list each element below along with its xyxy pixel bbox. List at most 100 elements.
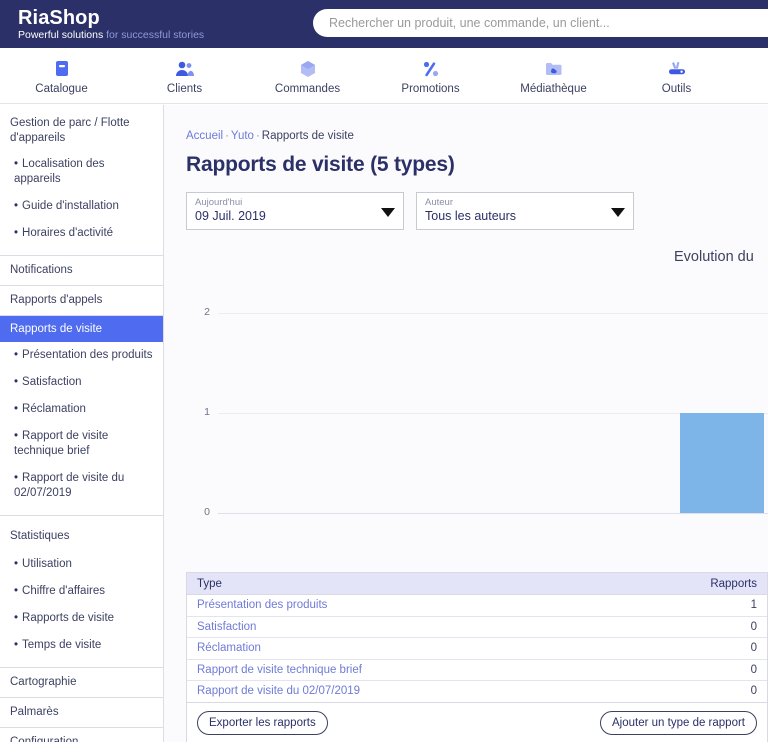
sidebar-item-stats-rapports-visite[interactable]: • Rapports de visite bbox=[0, 605, 163, 632]
nav-item-clipped[interactable]: C bbox=[738, 48, 768, 104]
bullet-icon: • bbox=[14, 403, 19, 416]
sidebar-group-gestion-parc: Gestion de parc / Flotte d'appareils • Lo… bbox=[0, 105, 163, 257]
people-icon bbox=[174, 58, 196, 80]
table-cell-rapports: 1 bbox=[750, 599, 757, 612]
nav-item-commandes[interactable]: Commandes bbox=[246, 48, 369, 104]
table-cell-type[interactable]: Rapport de visite technique brief bbox=[187, 664, 677, 676]
breadcrumb-link-yuto[interactable]: Yuto bbox=[231, 130, 254, 142]
chart-y-tick-label: 1 bbox=[204, 406, 210, 418]
sidebar-sublabel: Utilisation bbox=[22, 558, 72, 571]
sidebar-group-notifications: Notifications bbox=[0, 256, 163, 287]
bullet-icon: • bbox=[14, 585, 19, 598]
table-cell-type[interactable]: Satisfaction bbox=[187, 621, 677, 633]
sidebar-sublabel: Rapport de visite technique brief bbox=[14, 430, 109, 458]
brand-logo[interactable]: RiaShop Powerful solutions for successfu… bbox=[0, 8, 204, 41]
sidebar-group-cartographie: Cartographie bbox=[0, 668, 163, 699]
table-cell-rapports: 0 bbox=[750, 642, 757, 655]
bullet-icon: • bbox=[14, 638, 19, 651]
sidebar-item-configuration[interactable]: Configuration bbox=[0, 728, 163, 742]
breadcrumb-separator: · bbox=[255, 130, 260, 142]
chart-gridline bbox=[218, 313, 768, 314]
nav-item-outils[interactable]: Outils bbox=[615, 48, 738, 104]
sidebar-sublabel: Localisation des appareils bbox=[14, 158, 105, 186]
bullet-icon: • bbox=[14, 158, 19, 171]
sidebar-sublabel: Temps de visite bbox=[22, 638, 102, 651]
date-filter-value: 09 Juil. 2019 bbox=[195, 209, 266, 223]
nav-item-catalogue[interactable]: Catalogue bbox=[0, 48, 123, 104]
sidebar-item-gestion-parc[interactable]: Gestion de parc / Flotte d'appareils bbox=[0, 111, 163, 151]
sidebar-item-localisation-appareils[interactable]: • Localisation des appareils bbox=[0, 151, 163, 193]
sidebar-item-rapports-appels[interactable]: Rapports d'appels bbox=[0, 286, 163, 315]
filter-controls: Aujourd'hui 09 Juil. 2019 Auteur Tous le… bbox=[186, 192, 634, 230]
date-filter-label: Aujourd'hui bbox=[195, 197, 243, 208]
sidebar-item-cartographie[interactable]: Cartographie bbox=[0, 668, 163, 697]
nav-item-clients[interactable]: Clients bbox=[123, 48, 246, 104]
chart-y-tick-label: 2 bbox=[204, 306, 210, 318]
sidebar-group-rapports-appels: Rapports d'appels bbox=[0, 286, 163, 317]
multitool-icon bbox=[666, 58, 688, 80]
export-reports-button[interactable]: Exporter les rapports bbox=[197, 710, 328, 735]
catalog-icon bbox=[52, 58, 72, 80]
table-cell-type[interactable]: Rapport de visite du 02/07/2019 bbox=[187, 685, 677, 697]
global-search-wrapper bbox=[313, 9, 768, 37]
search-input[interactable] bbox=[313, 9, 768, 37]
author-filter-dropdown[interactable]: Auteur Tous les auteurs bbox=[416, 192, 634, 230]
table-row[interactable]: Réclamation 0 bbox=[187, 638, 767, 660]
table-row[interactable]: Rapport de visite du 02/07/2019 0 bbox=[187, 681, 767, 703]
sidebar-sublabel: Horaires d'activité bbox=[22, 227, 114, 240]
evolution-bar-chart: Evolution du 0 1 2 bbox=[164, 233, 768, 549]
table-cell-type[interactable]: Présentation des produits bbox=[187, 599, 677, 611]
table-header-row: Type Rapports bbox=[187, 573, 767, 595]
sidebar-item-utilisation[interactable]: • Utilisation bbox=[0, 551, 163, 578]
bullet-icon: • bbox=[14, 376, 19, 389]
chevron-down-icon bbox=[611, 208, 625, 217]
nav-label-promotions: Promotions bbox=[401, 82, 460, 95]
percent-icon bbox=[421, 58, 441, 80]
nav-label-clients: Clients bbox=[166, 82, 203, 95]
sidebar-item-guide-installation[interactable]: • Guide d'installation bbox=[0, 193, 163, 220]
sidebar-group-configuration: Configuration bbox=[0, 728, 163, 742]
bullet-icon: • bbox=[14, 472, 19, 485]
table-row[interactable]: Présentation des produits 1 bbox=[187, 595, 767, 617]
table-row[interactable]: Rapport de visite technique brief 0 bbox=[187, 660, 767, 681]
chart-bar[interactable] bbox=[680, 413, 765, 513]
nav-item-mediatheque[interactable]: Médiathèque bbox=[492, 48, 615, 104]
chart-title: Evolution du bbox=[674, 249, 754, 265]
sidebar-item-rapport-technique-brief[interactable]: • Rapport de visite technique brief bbox=[0, 423, 163, 465]
sidebar-item-horaires-activite[interactable]: • Horaires d'activité bbox=[0, 220, 163, 247]
table-row[interactable]: Satisfaction 0 bbox=[187, 617, 767, 638]
folder-cloud-icon bbox=[544, 58, 564, 80]
box-icon bbox=[298, 58, 318, 80]
sidebar-item-reclamation[interactable]: • Réclamation bbox=[0, 396, 163, 423]
sidebar-item-satisfaction[interactable]: • Satisfaction bbox=[0, 369, 163, 396]
sidebar-item-rapports-de-visite[interactable]: Rapports de visite bbox=[0, 316, 163, 343]
sidebar-item-temps-de-visite[interactable]: • Temps de visite bbox=[0, 632, 163, 659]
chart-y-tick-label: 0 bbox=[204, 506, 210, 518]
sidebar-item-presentation-produits[interactable]: • Présentation des produits bbox=[0, 342, 163, 369]
sidebar-item-palmares[interactable]: Palmarès bbox=[0, 698, 163, 727]
sidebar-item-chiffre-affaires[interactable]: • Chiffre d'affaires bbox=[0, 578, 163, 605]
chevron-down-icon bbox=[381, 208, 395, 217]
sidebar-sublabel: Guide d'installation bbox=[22, 200, 119, 213]
brand-name: RiaShop bbox=[18, 6, 100, 29]
bullet-icon: • bbox=[14, 612, 19, 625]
table-footer: Exporter les rapports Ajouter un type de… bbox=[187, 702, 767, 742]
sidebar-item-statistiques[interactable]: Statistiques bbox=[0, 522, 163, 551]
brand-tagline-part2: for successful stories bbox=[103, 28, 205, 41]
table-cell-type[interactable]: Réclamation bbox=[187, 642, 677, 654]
date-filter-dropdown[interactable]: Aujourd'hui 09 Juil. 2019 bbox=[186, 192, 404, 230]
sidebar-sublabel: Présentation des produits bbox=[22, 349, 153, 362]
sidebar-group-statistiques: Statistiques • Utilisation • Chiffre d'aff… bbox=[0, 516, 163, 668]
sidebar-sublabel: Rapports de visite bbox=[22, 612, 115, 625]
sidebar-sublabel: Chiffre d'affaires bbox=[22, 585, 105, 598]
breadcrumb-link-accueil[interactable]: Accueil bbox=[186, 130, 223, 142]
report-types-table: Type Rapports Présentation des produits 1… bbox=[186, 572, 768, 742]
breadcrumb: Accueil · Yuto · Rapports de visite bbox=[186, 130, 354, 142]
nav-label-outils: Outils bbox=[661, 82, 692, 95]
bullet-icon: • bbox=[14, 558, 19, 571]
sidebar-item-rapport-02-07-2019[interactable]: • Rapport de visite du 02/07/2019 bbox=[0, 465, 163, 507]
nav-item-promotions[interactable]: Promotions bbox=[369, 48, 492, 104]
sidebar-item-notifications[interactable]: Notifications bbox=[0, 256, 163, 285]
add-report-type-button[interactable]: Ajouter un type de rapport bbox=[600, 710, 757, 735]
sidebar-sublabel: Rapport de visite du 02/07/2019 bbox=[14, 472, 125, 500]
